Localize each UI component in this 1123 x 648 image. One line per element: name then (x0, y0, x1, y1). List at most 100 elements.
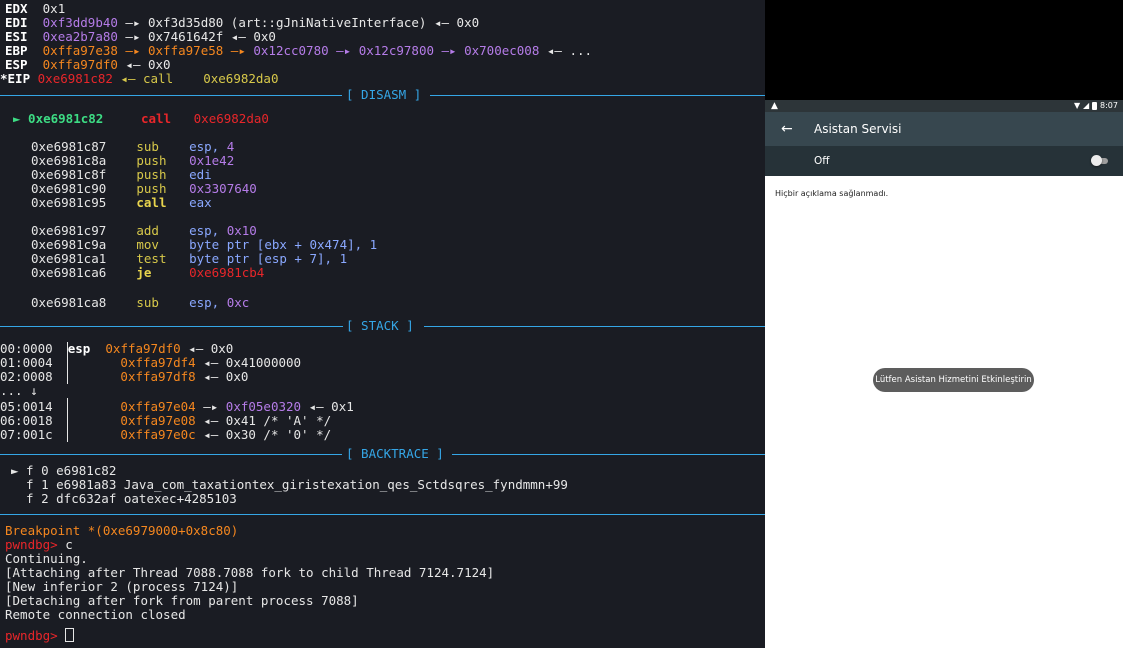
terminal-window[interactable]: EDX 0x1 EDI 0xf3dd9b40 —▸ 0xf3d35d80 (ar… (0, 0, 765, 648)
register-value: 0xe6981c82 (37, 71, 113, 86)
backtrace-divider: [ BACKTRACE ] (0, 447, 765, 461)
backtrace-frame[interactable]: f 2 dfc632af oatexec+4285103 (11, 492, 237, 506)
disasm-mnemonic: je (136, 265, 152, 280)
stack-index: 05:0014 (0, 399, 53, 414)
disasm-operand: 0xe6982da0 (193, 111, 269, 126)
disasm-operand: esp, (189, 139, 227, 154)
register-name: EBP (5, 43, 28, 58)
stack-value: ◂— 0x41 /* 'A' */ (195, 413, 332, 428)
register-value: 0xffa97df0 (42, 57, 118, 72)
disasm-line[interactable]: 0xe6981c97 add esp, 0x10 (31, 224, 257, 238)
wifi-icon: ▼ (1074, 101, 1081, 110)
prompt: pwndbg> (5, 537, 66, 552)
register-chain: —▸ 0xffa97e58 —▸ (117, 43, 254, 58)
register-esp: ESP 0xffa97df0 ◂— 0x0 (5, 58, 171, 72)
breakpoint-text: Breakpoint *(0xe6979000+0x8c80) (5, 523, 239, 538)
disasm-addr: 0xe6981c97 (31, 223, 107, 238)
disasm-line[interactable]: 0xe6981c8f push edi (31, 168, 212, 182)
disasm-line[interactable]: 0xe6981ca1 test byte ptr [esp + 7], 1 (31, 252, 347, 266)
disasm-line[interactable]: 0xe6981c8a push 0x1e42 (31, 154, 234, 168)
stack-value: ◂— 0x1 (301, 399, 354, 414)
disasm-addr: 0xe6981ca6 (31, 265, 107, 280)
disasm-mnemonic: mov (136, 237, 159, 252)
register-deref: ◂— ... (539, 43, 593, 58)
backtrace-title: [ BACKTRACE ] (346, 446, 444, 461)
disasm-addr: 0xe6981c87 (31, 139, 107, 154)
register-value: 0xffa97e38 (42, 43, 118, 58)
backtrace-frame[interactable]: f 1 e6981a83 Java_com_taxationtex_girist… (11, 478, 568, 492)
divider-rule (0, 95, 342, 96)
stack-row[interactable]: 06:0018 0xffa97e08 ◂— 0x41 /* 'A' */ (0, 414, 331, 428)
disasm-line[interactable]: 0xe6981c95 call eax (31, 196, 212, 210)
stack-row[interactable]: 05:0014 0xffa97e04 —▸ 0xf05e0320 ◂— 0x1 (0, 400, 354, 414)
stack-addr: 0xffa97df0 (105, 341, 181, 356)
divider-rule (0, 514, 765, 515)
stack-skip: ... ↓ (0, 384, 38, 398)
backtrace-frame[interactable]: ► f 0 e6981c82 (11, 464, 116, 478)
stack-addr: 0xffa97e0c (120, 427, 196, 442)
text-cursor[interactable] (65, 628, 75, 642)
disasm-immediate: 0x1e42 (189, 153, 235, 168)
screen-letterbox (765, 0, 1123, 100)
frame-text: f 1 e6981a83 Java_com_taxationtex_girist… (11, 477, 568, 492)
register-deref: ◂— 0x0 (117, 57, 171, 72)
toast-message: Lütfen Asistan Hizmetini Etkinleştirin (873, 368, 1034, 392)
toggle-switch-thumb[interactable] (1091, 155, 1102, 166)
disasm-line[interactable]: 0xe6981c90 push 0x3307640 (31, 182, 257, 196)
stack-pointer: 0xf05e0320 (225, 399, 302, 414)
register-deref: —▸ 0xf3d35d80 (art::gJniNativeInterface)… (117, 15, 480, 30)
master-switch-row[interactable]: Off (765, 146, 1123, 176)
disasm-operand: esp, (189, 295, 227, 310)
disasm-addr: 0xe6981ca1 (31, 251, 107, 266)
console-output: Remote connection closed (5, 608, 186, 622)
disasm-addr: 0xe6981c8a (31, 153, 107, 168)
disasm-line[interactable]: 0xe6981c87 sub esp, 4 (31, 140, 234, 154)
disasm-addr: 0xe6981c8f (31, 167, 107, 182)
stack-value: ◂— 0x0 (180, 341, 234, 356)
stack-addr: 0xffa97e04 (120, 399, 196, 414)
stack-index: 01:0004 (0, 355, 53, 370)
disasm-mnemonic: call (140, 111, 172, 126)
switch-label: Off (814, 155, 830, 167)
back-arrow-icon[interactable]: ← (781, 112, 793, 146)
console-output: [New inferior 2 (process 7124)] (5, 580, 238, 594)
stack-row[interactable]: 00:0000 esp 0xffa97df0 ◂— 0x0 (0, 342, 233, 356)
disasm-operand: eax (189, 195, 212, 210)
disasm-operand: byte ptr [esp + 7], 1 (189, 251, 348, 266)
stack-row[interactable]: 02:0008 0xffa97df8 ◂— 0x0 (0, 370, 248, 384)
frame-text: ► f 0 e6981c82 (11, 463, 117, 478)
register-edx: EDX 0x1 (5, 2, 65, 16)
prompt: pwndbg> (5, 628, 66, 643)
stack-row[interactable]: 01:0004 0xffa97df4 ◂— 0x41000000 (0, 356, 301, 370)
console-output: Continuing. (5, 552, 88, 566)
input-line[interactable]: pwndbg> (5, 628, 75, 643)
stack-value: ◂— 0x30 /* '0' */ (195, 427, 332, 442)
disasm-line[interactable]: 0xe6981ca6 je 0xe6981cb4 (31, 266, 264, 280)
disasm-line[interactable]: 0xe6981c9a mov byte ptr [ebx + 0x474], 1 (31, 238, 377, 252)
disasm-current-line[interactable]: ► 0xe6981c82 call 0xe6982da0 (13, 112, 269, 126)
battery-icon (1092, 102, 1097, 110)
android-screen[interactable]: ▲ ▼ ◢ 8:07 ← Asistan Servisi Off Hiçbir … (765, 0, 1123, 648)
disasm-divider: [ DISASM ] (0, 88, 765, 102)
stack-index: 00:0000 (0, 341, 53, 356)
signal-icon: ◢ (1083, 101, 1090, 110)
output-text: Remote connection closed (5, 607, 186, 622)
stack-row[interactable]: 07:001c 0xffa97e0c ◂— 0x30 /* '0' */ (0, 428, 331, 442)
output-text: [New inferior 2 (process 7124)] (5, 579, 239, 594)
disasm-addr: 0xe6981c90 (31, 181, 107, 196)
disasm-mnemonic: call (136, 195, 167, 210)
disasm-mnemonic: push (136, 181, 167, 196)
disasm-line[interactable]: 0xe6981ca8 sub esp, 0xc (31, 296, 249, 310)
register-name: *EIP (0, 71, 31, 86)
disasm-operand: esp, (189, 223, 227, 238)
disasm-addr: 0xe6981ca8 (31, 295, 107, 310)
divider-rule (0, 454, 342, 455)
stack-addr: 0xffa97df8 (120, 369, 196, 384)
disasm-operand: 0xe6981cb4 (189, 265, 265, 280)
stack-addr: 0xffa97df4 (120, 355, 196, 370)
disasm-addr: ► 0xe6981c82 (13, 111, 104, 126)
disasm-title: [ DISASM ] (346, 87, 422, 102)
output-text: Continuing. (5, 551, 88, 566)
disasm-mnemonic: push (136, 167, 167, 182)
register-value: 0xea2b7a80 (42, 29, 118, 44)
